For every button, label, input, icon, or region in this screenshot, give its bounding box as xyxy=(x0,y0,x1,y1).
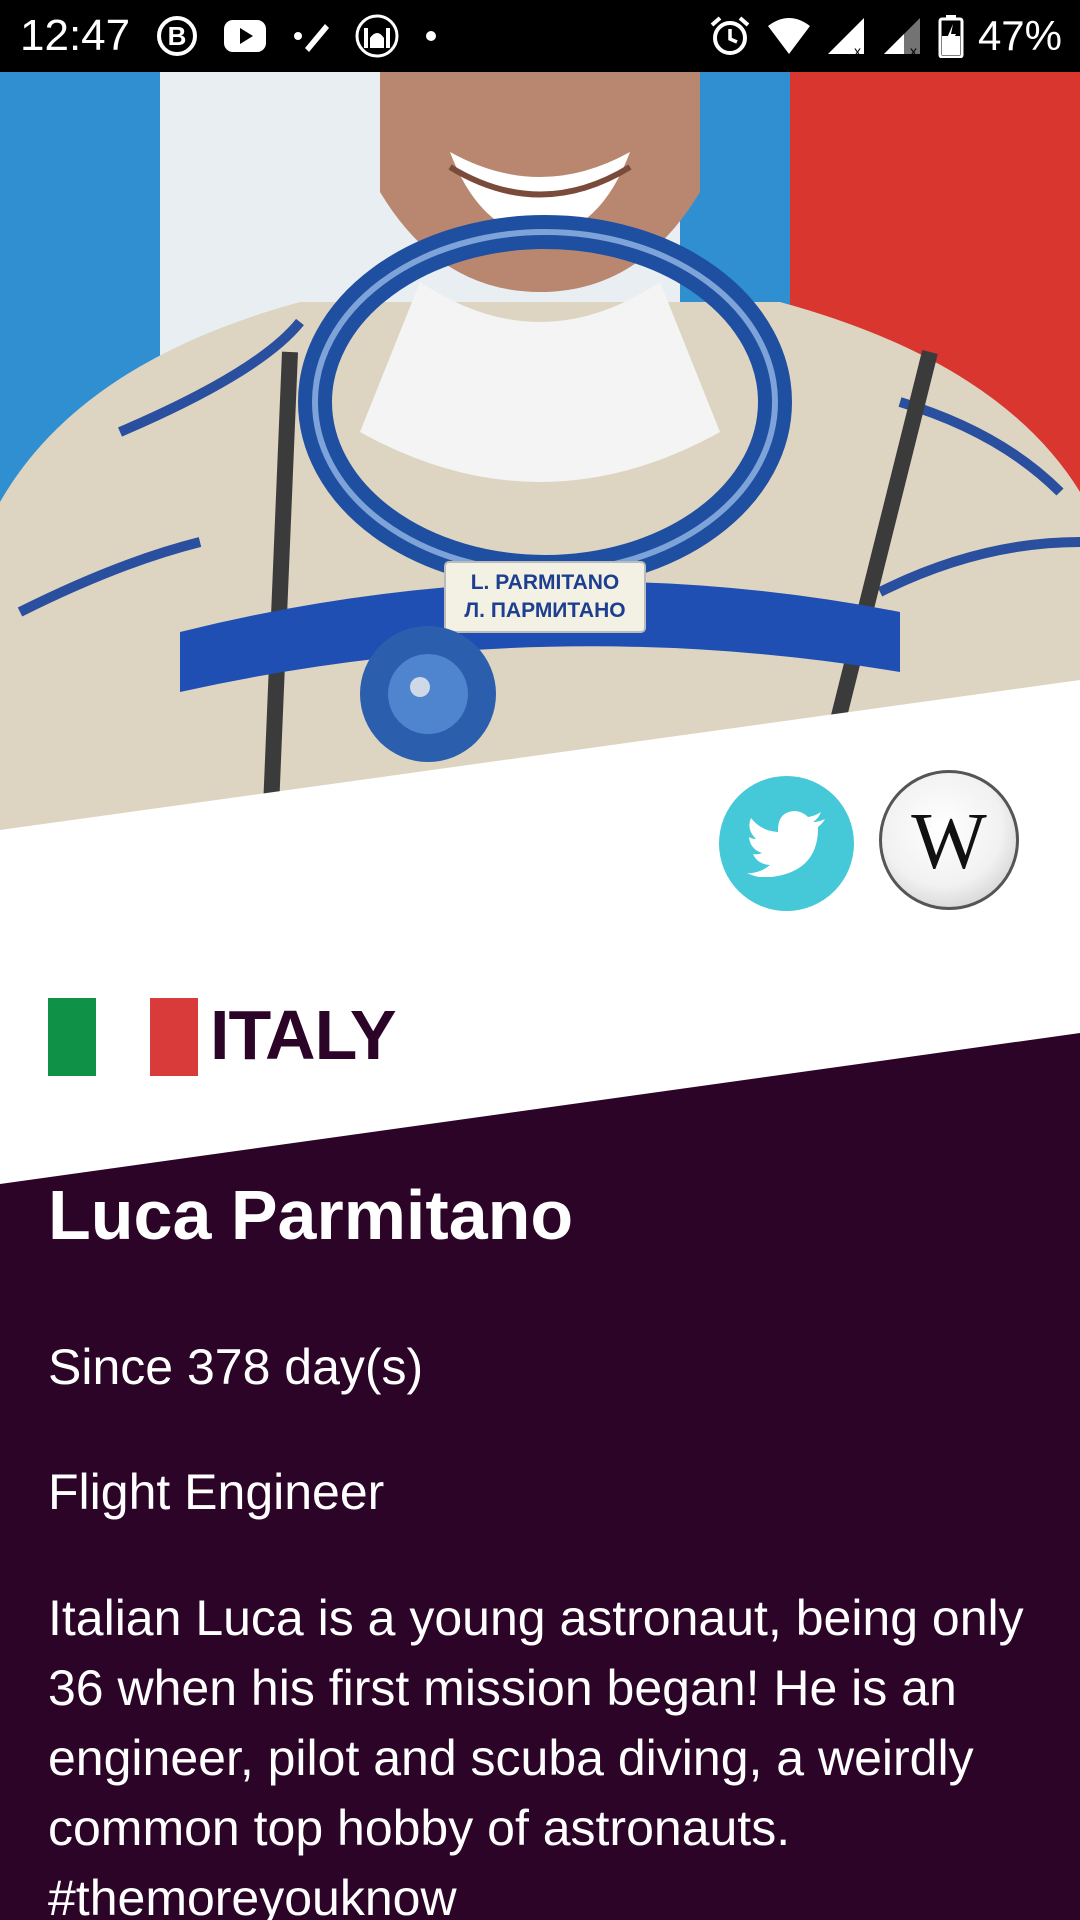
status-bar: 12:47 B x x 47% xyxy=(0,0,1080,72)
flag-red-stripe xyxy=(150,998,198,1076)
mosque-icon xyxy=(355,14,399,58)
b-badge-icon: B xyxy=(157,16,197,56)
nametag-line2: Л. ПАРМИТАНО xyxy=(464,599,625,622)
astronaut-name: Luca Parmitano xyxy=(48,1176,574,1254)
alarm-icon xyxy=(710,16,750,55)
twitter-bird-icon xyxy=(746,810,825,877)
svg-text:B: B xyxy=(168,21,187,51)
battery-percent: 47% xyxy=(977,12,1062,59)
status-time: 12:47 xyxy=(20,11,131,60)
wikipedia-button[interactable]: W xyxy=(879,770,1019,910)
astronaut-role: Flight Engineer xyxy=(48,1464,385,1520)
wikipedia-icon: W xyxy=(911,798,987,886)
pen-icon xyxy=(294,24,329,52)
twitter-button[interactable] xyxy=(719,776,854,911)
svg-text:x: x xyxy=(854,43,861,56)
signal-icon-2: x xyxy=(883,18,920,56)
svg-text:x: x xyxy=(910,43,917,56)
astronaut-detail-screen: 12:47 B x x 47% L. PARMITANO Л. ПАРМИТАН… xyxy=(0,0,1080,1920)
astronaut-bio: Italian Luca is a young astronaut, being… xyxy=(48,1590,1024,1920)
youtube-icon xyxy=(224,20,266,52)
nametag-line1: L. PARMITANO xyxy=(471,571,620,594)
status-left-icons: B xyxy=(155,14,439,58)
status-right-icons: x x 47% xyxy=(708,8,1062,64)
astronaut-photo: L. PARMITANO Л. ПАРМИТАНО xyxy=(0,72,1080,862)
signal-icon: x xyxy=(827,18,864,56)
wifi-icon xyxy=(767,18,810,54)
flag-green-stripe xyxy=(48,998,96,1076)
country-name: ITALY xyxy=(210,996,397,1074)
battery-icon xyxy=(938,15,964,58)
days-in-space: Since 378 day(s) xyxy=(48,1339,424,1395)
italy-flag-icon xyxy=(48,998,198,1076)
dot-icon xyxy=(426,31,436,41)
